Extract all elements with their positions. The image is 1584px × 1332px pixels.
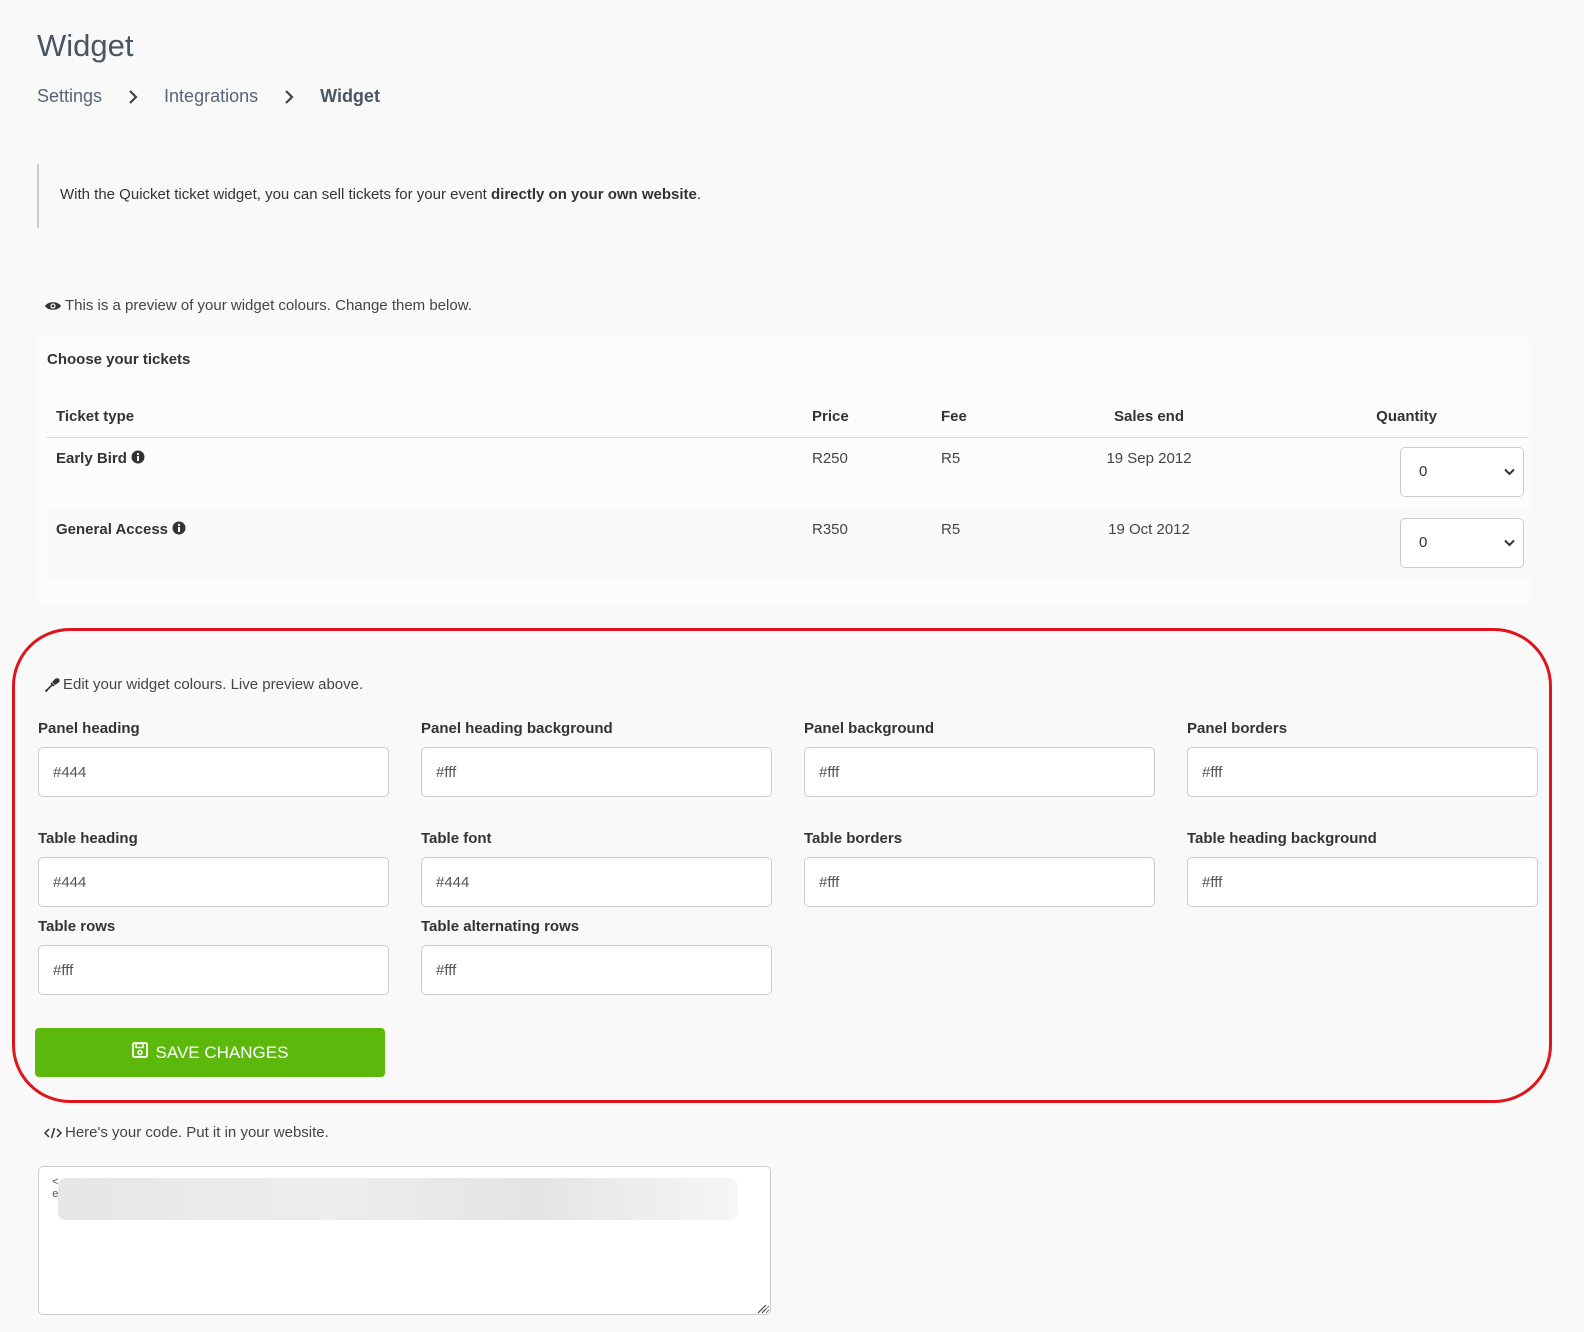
table-heading-background-label: Table heading background — [1187, 830, 1377, 847]
widget-preview-panel: Choose your tickets Ticket type Price Fe… — [37, 337, 1530, 605]
resize-handle-icon[interactable] — [757, 1301, 767, 1319]
table-heading-background-input[interactable] — [1187, 857, 1538, 907]
column-header: Sales end — [1049, 397, 1249, 438]
redacted-code-blur — [58, 1178, 738, 1220]
quantity-select[interactable]: 0 — [1400, 517, 1524, 568]
quantity-select[interactable]: 0 — [1400, 446, 1524, 497]
code-hint-text: Here's your code. Put it in your website… — [65, 1124, 329, 1141]
intro-callout: With the Quicket ticket widget, you can … — [37, 164, 937, 228]
quantity-value: 0 — [1419, 463, 1428, 480]
ticket-name: Early Bird — [56, 450, 145, 468]
panel-borders-input[interactable] — [1187, 747, 1538, 797]
panel-borders-label: Panel borders — [1187, 720, 1288, 737]
quantity-value: 0 — [1419, 534, 1428, 551]
table-borders-input[interactable] — [804, 857, 1155, 907]
chevron-down-icon — [1504, 463, 1515, 480]
panel-background-label: Panel background — [804, 720, 935, 737]
code-hint: Here's your code. Put it in your website… — [44, 1124, 329, 1141]
breadcrumb-widget: Widget — [320, 86, 380, 106]
code-icon — [44, 1127, 62, 1139]
column-header: Fee — [931, 397, 1049, 438]
panel-heading-label: Panel heading — [38, 720, 140, 737]
table-font-label: Table font — [421, 830, 492, 847]
intro-text-end: . — [696, 186, 702, 203]
preview-hint-text: This is a preview of your widget colours… — [65, 297, 472, 314]
info-icon[interactable] — [172, 521, 186, 539]
table-heading-label: Table heading — [38, 830, 138, 847]
ticket-name-text: Early Bird — [56, 450, 127, 467]
page-title: Widget — [37, 28, 134, 63]
breadcrumb-settings[interactable]: Settings — [37, 86, 102, 107]
column-header: Price — [802, 397, 931, 438]
table-rows-input[interactable] — [38, 945, 389, 995]
preview-hint: This is a preview of your widget colours… — [44, 297, 472, 314]
table-row: Early Bird R250 R5 19 Sep 2012 0 — [46, 437, 1529, 509]
chevron-right-icon — [102, 89, 164, 104]
tickets-table: Ticket type Price Fee Sales end Quantity… — [46, 397, 1529, 580]
ticket-fee: R5 — [941, 449, 961, 467]
table-borders-label: Table borders — [804, 830, 903, 847]
table-font-input[interactable] — [421, 857, 772, 907]
table-rows-label: Table rows — [38, 918, 116, 935]
eyedropper-icon — [44, 677, 60, 693]
panel-background-input[interactable] — [804, 747, 1155, 797]
intro-emphasis: directly on your own website — [491, 186, 697, 203]
save-button-label: SAVE CHANGES — [155, 1042, 289, 1062]
column-header: Quantity — [1249, 397, 1529, 438]
ticket-price: R250 — [812, 449, 848, 467]
panel-heading-input[interactable] — [38, 747, 389, 797]
table-alternating-rows-input[interactable] — [421, 945, 772, 995]
breadcrumb-integrations[interactable]: Integrations — [164, 86, 258, 107]
eye-icon — [44, 300, 62, 312]
intro-text: With the Quicket ticket widget, you can … — [60, 186, 492, 203]
ticket-name: General Access — [56, 521, 186, 539]
column-header: Ticket type — [46, 397, 802, 438]
table-alternating-rows-label: Table alternating rows — [421, 918, 580, 935]
save-changes-button[interactable]: SAVE CHANGES — [35, 1028, 385, 1077]
save-icon — [131, 1042, 148, 1063]
chevron-down-icon — [1504, 534, 1515, 551]
breadcrumb: Settings Integrations Widget — [37, 86, 380, 107]
edit-hint: Edit your widget colours. Live preview a… — [44, 676, 363, 693]
ticket-name-text: General Access — [56, 521, 169, 538]
edit-hint-text: Edit your widget colours. Live preview a… — [63, 676, 364, 693]
info-icon[interactable] — [131, 450, 145, 468]
panel-heading: Choose your tickets — [47, 351, 191, 368]
table-heading-input[interactable] — [38, 857, 389, 907]
ticket-fee: R5 — [941, 520, 961, 538]
ticket-sales-end: 19 Sep 2012 — [1106, 449, 1192, 467]
ticket-price: R350 — [812, 520, 848, 538]
panel-heading-background-input[interactable] — [421, 747, 772, 797]
table-row: General Access R350 R5 19 Oct 2012 0 — [46, 508, 1529, 580]
panel-heading-background-label: Panel heading background — [421, 720, 613, 737]
ticket-sales-end: 19 Oct 2012 — [1108, 520, 1190, 538]
chevron-right-icon — [258, 89, 320, 104]
